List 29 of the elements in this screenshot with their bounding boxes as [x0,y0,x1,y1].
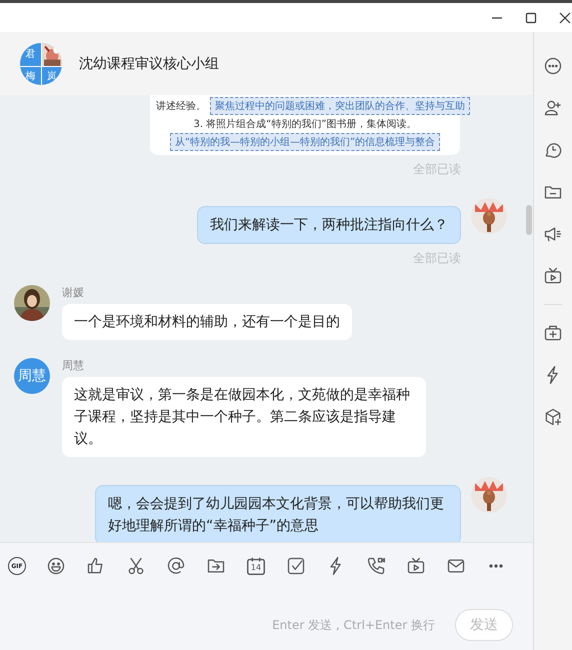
user-avatar: 周慧 [14,358,50,394]
document-text: 3. 将照片组合成“特别的我们”图书册，集体阅读。 [193,118,417,131]
document-text: 讲述经验。 [156,100,206,113]
read-receipt: 全部已读 [413,161,461,178]
checkbox-icon[interactable] [286,556,306,576]
maximize-icon[interactable] [525,12,537,24]
live-tv-icon[interactable] [406,556,426,576]
read-receipt: 全部已读 [413,250,461,267]
live-tv-icon[interactable] [543,266,563,286]
message-bubble: 一个是环境和材料的辅助，还有一个是目的 [62,304,352,340]
cube-icon[interactable] [543,407,563,427]
message-bubble: 嗯，会会提到了幼儿园园本文化背景，可以帮助我们更好地理解所谓的“幸福种子”的意思 [95,485,461,542]
more-icon[interactable] [543,56,563,76]
scrollbar[interactable] [526,205,532,235]
annotation-note: 从“特别的我—特别的小组—特别的我们”的信息梳理与整合 [170,133,440,151]
mention-icon[interactable] [166,556,186,576]
screenshot-icon[interactable] [126,556,146,576]
close-icon[interactable] [559,12,571,24]
add-member-icon[interactable] [543,98,563,118]
call-icon[interactable] [366,556,386,576]
message-bubble: 我们来解读一下，两种批注指向什么？ [197,206,461,244]
sender-name: 周慧 [62,358,85,373]
annotation-note: 聚焦过程中的问题或困难，突出团队的合作、坚持与互助 [210,97,470,115]
app-icon[interactable] [543,323,563,343]
message-bubble: 这就是审议，第一条是在做园本化，文苑做的是幸福种子课程，坚持是其中一个种子。第二条应该是指导建议。 [62,377,426,457]
chat-title: 沈幼课程审议核心小组 [79,54,219,72]
sender-name: 谢媛 [62,285,85,300]
emoji-icon[interactable] [46,556,66,576]
input-hint: Enter 发送 , Ctrl+Enter 换行 [272,616,435,634]
